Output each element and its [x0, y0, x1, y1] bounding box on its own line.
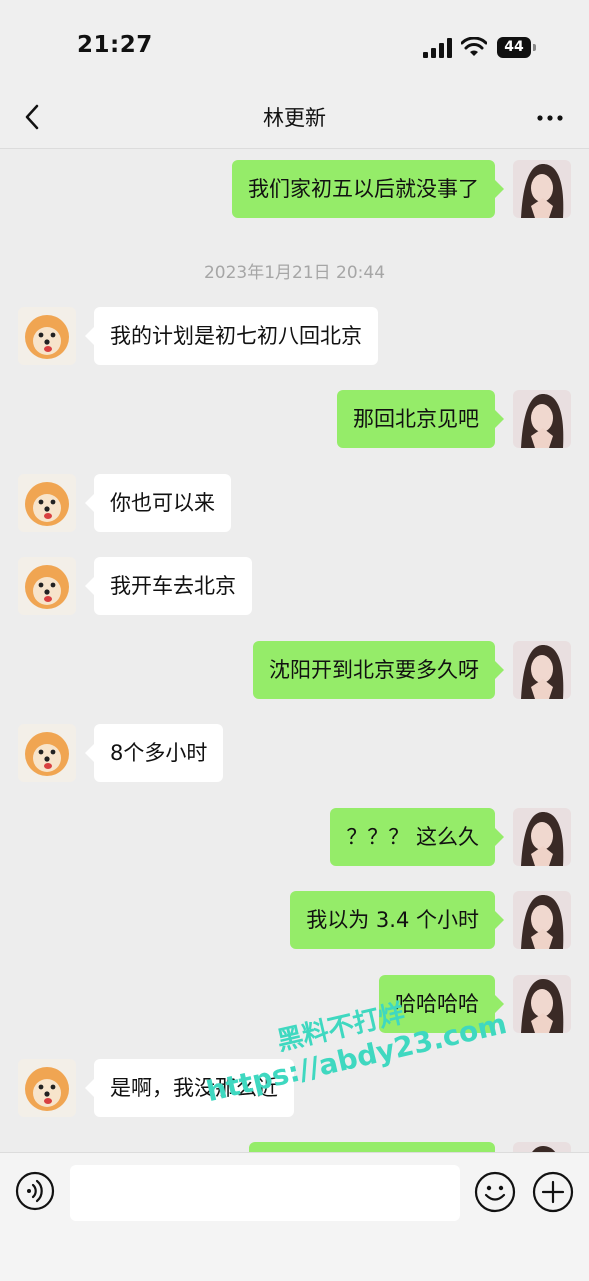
- my-avatar[interactable]: [513, 641, 571, 699]
- chat-title: 林更新: [263, 106, 326, 130]
- emoji-icon[interactable]: [474, 1171, 516, 1213]
- contact-avatar[interactable]: [18, 724, 76, 782]
- message-row-partial: [0, 1142, 589, 1152]
- message-bubble[interactable]: 你也可以来: [85, 474, 231, 532]
- message-row: 沈阳开到北京要多久呀: [0, 641, 589, 699]
- my-avatar[interactable]: [513, 160, 571, 218]
- message-row: 那回北京见吧: [0, 390, 589, 448]
- plus-icon[interactable]: [532, 1171, 574, 1213]
- message-bubble[interactable]: 我开车去北京: [85, 557, 252, 615]
- message-row: 我以为 3.4 个小时: [0, 891, 589, 949]
- status-bar: 21:27 44: [0, 0, 589, 90]
- message-bubble[interactable]: 沈阳开到北京要多久呀: [253, 641, 504, 699]
- message-timestamp: 2023年1月21日 20:44: [203, 263, 386, 283]
- my-avatar[interactable]: [513, 975, 571, 1033]
- battery-level: 44: [497, 37, 531, 58]
- message-input[interactable]: [70, 1165, 460, 1221]
- my-avatar[interactable]: [513, 808, 571, 866]
- contact-avatar[interactable]: [18, 557, 76, 615]
- contact-avatar[interactable]: [18, 474, 76, 532]
- message-bubble[interactable]: 我的计划是初七初八回北京: [85, 307, 378, 365]
- message-bubble[interactable]: 那回北京见吧: [337, 390, 504, 448]
- signal-icon: [423, 38, 452, 58]
- message-row: 8个多小时: [0, 724, 589, 782]
- message-bubble[interactable]: 我们家初五以后就没事了: [232, 160, 504, 218]
- my-avatar[interactable]: [513, 1142, 571, 1152]
- message-row: 你也可以来: [0, 474, 589, 532]
- message-bubble-partial[interactable]: [249, 1142, 495, 1152]
- message-row: 我的计划是初七初八回北京: [0, 307, 589, 365]
- voice-icon[interactable]: [15, 1171, 55, 1211]
- message-bubble[interactable]: ？？？ 这么久: [330, 808, 504, 866]
- wifi-icon: [461, 37, 487, 56]
- message-row: 我开车去北京: [0, 557, 589, 615]
- contact-avatar[interactable]: [18, 1059, 76, 1117]
- message-bubble[interactable]: 我以为 3.4 个小时: [290, 891, 504, 949]
- status-time: 21:27: [77, 32, 153, 58]
- message-row: ？？？ 这么久: [0, 808, 589, 866]
- my-avatar[interactable]: [513, 390, 571, 448]
- input-bar: [0, 1152, 589, 1281]
- battery-icon: 44: [497, 37, 537, 58]
- message-row: 我们家初五以后就没事了: [0, 160, 589, 218]
- chat-area[interactable]: 2023年1月21日 20:44 我们家初五以后就没事了 我的计划是初七初八回北…: [0, 148, 589, 1152]
- my-avatar[interactable]: [513, 891, 571, 949]
- message-bubble[interactable]: 8个多小时: [84, 724, 224, 782]
- contact-avatar[interactable]: [18, 307, 76, 365]
- nav-bar: 林更新: [0, 90, 589, 149]
- more-icon[interactable]: [535, 103, 565, 133]
